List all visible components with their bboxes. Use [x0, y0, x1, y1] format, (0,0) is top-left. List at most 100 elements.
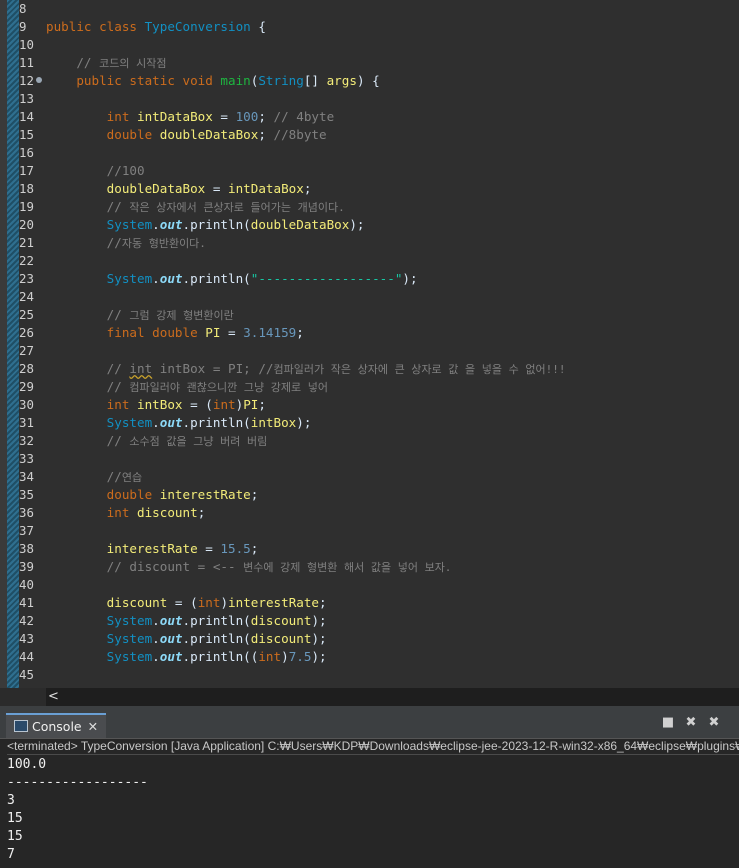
code-line[interactable]: 18 doubleDataBox = intDataBox; [0, 180, 739, 198]
console-output[interactable]: 100.0 ------------------ 3 15 15 7 [7, 756, 739, 864]
output-line: 100.0 [7, 757, 47, 772]
line-number: 39 [19, 559, 34, 574]
output-line: 3 [7, 793, 15, 808]
code-line[interactable]: 15 double doubleDataBox; //8byte [0, 126, 739, 144]
line-number: 19 [19, 199, 34, 214]
terminate-icon[interactable]: ■ [661, 716, 675, 730]
code-line[interactable]: 29 // 컴파일러야 괜찮으니깐 그냥 강제로 넣어 [0, 378, 739, 396]
code-line[interactable]: 35 double interestRate; [0, 486, 739, 504]
line-number: 43 [19, 631, 34, 646]
code-line[interactable]: 8 [0, 0, 739, 18]
code-text: public static void main(String[] args) { [76, 73, 380, 88]
code-text: System.out.println("------------------")… [106, 271, 418, 286]
code-line[interactable]: 39 // discount = <-- 변수에 강제 형변환 해서 값을 넣어… [0, 558, 739, 576]
code-line[interactable]: 10 [0, 36, 739, 54]
code-text: System.out.println((int)7.5); [106, 649, 327, 664]
code-line[interactable]: 9 public class TypeConversion { [0, 18, 739, 36]
code-text: // discount = <-- 변수에 강제 형변환 해서 값을 넣어 보자… [106, 559, 452, 574]
code-text: // 작은 상자에서 큰상자로 들어가는 개념이다. [106, 199, 345, 214]
line-number: 17 [19, 163, 34, 178]
code-text: double doubleDataBox; //8byte [106, 127, 327, 142]
code-line[interactable]: 20 System.out.println(doubleDataBox); [0, 216, 739, 234]
console-status: <terminated> TypeConversion [Java Applic… [7, 739, 739, 755]
line-number: 32 [19, 433, 34, 448]
line-number: 8 [19, 1, 27, 16]
line-number: 31 [19, 415, 34, 430]
line-number: 14 [19, 109, 34, 124]
line-number: 35 [19, 487, 34, 502]
code-line[interactable]: 32 // 소수점 값을 그냥 버려 버림 [0, 432, 739, 450]
horizontal-scrollbar[interactable]: < [0, 688, 739, 706]
code-line[interactable]: 12 public static void main(String[] args… [0, 72, 739, 90]
line-number: 21 [19, 235, 34, 250]
line-number: 25 [19, 307, 34, 322]
code-line[interactable]: 41 discount = (int)interestRate; [0, 594, 739, 612]
code-line[interactable]: 23 System.out.println("-----------------… [0, 270, 739, 288]
line-number: 38 [19, 541, 34, 556]
code-line[interactable]: 21 //자동 형반환이다. [0, 234, 739, 252]
output-line: ------------------ [7, 775, 148, 790]
code-line[interactable]: 30 int intBox = (int)PI; [0, 396, 739, 414]
code-line[interactable]: 43 System.out.println(discount); [0, 630, 739, 648]
line-number: 34 [19, 469, 34, 484]
line-number: 42 [19, 613, 34, 628]
code-line[interactable]: 19 // 작은 상자에서 큰상자로 들어가는 개념이다. [0, 198, 739, 216]
line-number: 16 [19, 145, 34, 160]
code-text: discount = (int)interestRate; [106, 595, 327, 610]
fold-marker-icon[interactable] [36, 77, 42, 83]
code-text: doubleDataBox = intDataBox; [106, 181, 312, 196]
output-line: 15 [7, 811, 23, 826]
line-number: 36 [19, 505, 34, 520]
line-number: 40 [19, 577, 34, 592]
code-line[interactable]: 36 int discount; [0, 504, 739, 522]
code-text: final double PI = 3.14159; [106, 325, 304, 340]
code-line[interactable]: 14 int intDataBox = 100; // 4byte [0, 108, 739, 126]
code-text: int discount; [106, 505, 206, 520]
code-line[interactable]: 11 // 코드의 시작점 [0, 54, 739, 72]
line-number: 24 [19, 289, 34, 304]
code-line[interactable]: 33 [0, 450, 739, 468]
line-number: 9 [19, 19, 27, 34]
code-line[interactable]: 17 //100 [0, 162, 739, 180]
code-text: // 소수점 값을 그냥 버려 버림 [106, 433, 268, 448]
scrollbar-track[interactable] [46, 688, 739, 706]
code-editor[interactable]: 8 9 public class TypeConversion { 10 11 // 코… [0, 0, 739, 688]
code-line[interactable]: 38 interestRate = 15.5; [0, 540, 739, 558]
code-text: //연습 [106, 469, 143, 484]
output-line: 15 [7, 829, 23, 844]
code-text: public class TypeConversion { [46, 19, 266, 34]
line-number: 28 [19, 361, 34, 376]
scroll-left-arrow-icon[interactable]: < [48, 688, 59, 706]
remove-all-launches-icon[interactable]: ✖ [707, 716, 721, 730]
code-text: System.out.println(discount); [106, 631, 327, 646]
code-line[interactable]: 44 System.out.println((int)7.5); [0, 648, 739, 666]
console-view: Console ✕ ■ ✖ ✖ <terminated> TypeConversi… [0, 710, 739, 868]
code-text: // int intBox = PI; //컴파일러가 작은 상자에 큰 상자로… [106, 361, 566, 376]
code-line[interactable]: 45 [0, 666, 739, 684]
code-line[interactable]: 26 final double PI = 3.14159; [0, 324, 739, 342]
code-line[interactable]: 24 [0, 288, 739, 306]
code-line[interactable]: 31 System.out.println(intBox); [0, 414, 739, 432]
code-line[interactable]: 16 [0, 144, 739, 162]
close-icon[interactable]: ✕ [88, 719, 98, 734]
line-number: 10 [19, 37, 34, 52]
code-text: // 코드의 시작점 [76, 55, 167, 70]
tab-console[interactable]: Console ✕ [6, 713, 107, 738]
line-number: 41 [19, 595, 34, 610]
code-line[interactable]: 37 [0, 522, 739, 540]
code-line[interactable]: 27 [0, 342, 739, 360]
code-line[interactable]: 34 //연습 [0, 468, 739, 486]
code-line[interactable]: 42 System.out.println(discount); [0, 612, 739, 630]
code-line[interactable]: 25 // 그럼 강제 형변환이란 [0, 306, 739, 324]
code-line[interactable]: 13 [0, 90, 739, 108]
line-number: 20 [19, 217, 34, 232]
remove-launch-icon[interactable]: ✖ [684, 716, 698, 730]
code-line[interactable]: 40 [0, 576, 739, 594]
tab-console-label: Console [32, 719, 82, 734]
code-text: double interestRate; [106, 487, 259, 502]
line-number: 27 [19, 343, 34, 358]
line-number: 18 [19, 181, 34, 196]
code-line[interactable]: 22 [0, 252, 739, 270]
console-icon [14, 720, 28, 732]
code-line[interactable]: 28 // int intBox = PI; //컴파일러가 작은 상자에 큰 … [0, 360, 739, 378]
